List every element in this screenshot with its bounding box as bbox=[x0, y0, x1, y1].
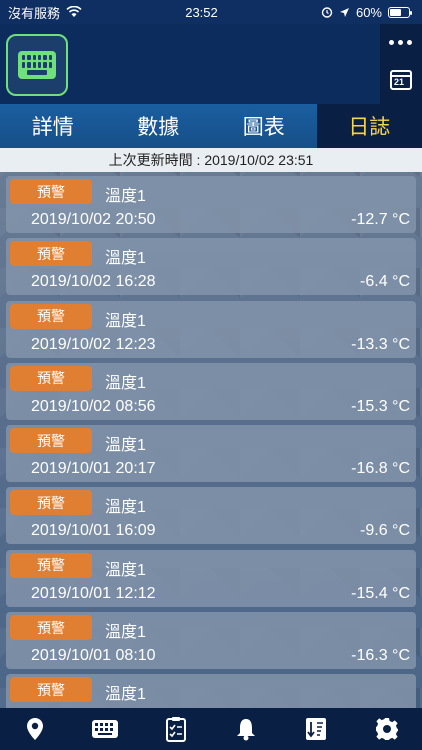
warning-badge: 預警 bbox=[10, 241, 92, 267]
log-item[interactable]: 預警 溫度1 2019/10/01 08:10 -16.3 °C bbox=[6, 612, 416, 670]
wifi-icon bbox=[66, 6, 82, 17]
sensor-type: 溫度1 bbox=[105, 374, 146, 392]
warning-badge: 預警 bbox=[10, 303, 92, 329]
bell-icon[interactable] bbox=[233, 716, 259, 742]
log-item[interactable]: 預警 溫度1 2019/10/01 16:09 -9.6 °C bbox=[6, 487, 416, 545]
log-timestamp: 2019/10/01 08:10 bbox=[31, 647, 156, 665]
log-timestamp: 2019/10/02 08:56 bbox=[31, 397, 156, 415]
sensor-type: 溫度1 bbox=[105, 561, 146, 579]
last-update-bar: 上次更新時間 : 2019/10/02 23:51 bbox=[0, 148, 422, 172]
tab-log[interactable]: 日誌 bbox=[316, 104, 422, 148]
log-list: 預警 溫度1 2019/10/02 20:50 -12.7 °C 預警 溫度1 … bbox=[6, 176, 416, 737]
temperature-value: -9.6 °C bbox=[360, 522, 410, 540]
log-timestamp: 2019/10/01 12:12 bbox=[31, 584, 156, 602]
sensor-type: 溫度1 bbox=[105, 312, 146, 330]
temperature-value: -6.4 °C bbox=[360, 273, 410, 291]
sensor-type: 溫度1 bbox=[105, 250, 146, 268]
tab-details[interactable]: 詳情 bbox=[0, 104, 106, 148]
clipboard-checklist-icon[interactable] bbox=[163, 716, 189, 742]
log-timestamp: 2019/10/01 16:09 bbox=[31, 522, 156, 540]
sensor-type: 溫度1 bbox=[105, 188, 146, 205]
app-header: 21 bbox=[0, 24, 422, 104]
keyboard-icon bbox=[18, 51, 56, 79]
keyboard-icon[interactable] bbox=[92, 716, 119, 742]
temperature-value: -15.3 °C bbox=[351, 397, 410, 415]
temperature-value: -15.4 °C bbox=[351, 584, 410, 602]
battery-percent: 60% bbox=[355, 4, 382, 20]
log-item[interactable]: 預警 溫度1 2019/10/02 12:23 -13.3 °C bbox=[6, 300, 416, 358]
tab-bar: 詳情 數據 圖表 日誌 bbox=[0, 104, 422, 148]
status-time: 23:52 bbox=[185, 4, 218, 20]
temperature-value: -13.3 °C bbox=[351, 335, 410, 353]
sensor-type: 溫度1 bbox=[105, 437, 146, 455]
location-pin-icon[interactable] bbox=[22, 716, 48, 742]
warning-badge: 預警 bbox=[10, 428, 92, 454]
log-item[interactable]: 預警 溫度1 2019/10/01 12:12 -15.4 °C bbox=[6, 549, 416, 607]
log-item[interactable]: 預警 溫度1 2019/10/02 16:28 -6.4 °C bbox=[6, 238, 416, 296]
last-update-text: 上次更新時間 : 2019/10/02 23:51 bbox=[108, 152, 314, 168]
sort-list-icon[interactable] bbox=[303, 716, 329, 742]
tab-data[interactable]: 數據 bbox=[105, 104, 211, 148]
log-item[interactable]: 預警 溫度1 2019/10/01 20:17 -16.8 °C bbox=[6, 425, 416, 483]
log-timestamp: 2019/10/02 16:28 bbox=[31, 273, 156, 291]
warning-badge: 預警 bbox=[10, 615, 92, 641]
tab-charts[interactable]: 圖表 bbox=[211, 104, 317, 148]
warning-badge: 預警 bbox=[10, 490, 92, 516]
warning-badge: 預警 bbox=[10, 552, 92, 578]
log-timestamp: 2019/10/01 20:17 bbox=[31, 460, 156, 478]
log-item[interactable]: 預警 溫度1 2019/10/02 08:56 -15.3 °C bbox=[6, 362, 416, 420]
location-arrow-icon bbox=[339, 7, 349, 17]
warning-badge: 預警 bbox=[10, 677, 92, 703]
sensor-type: 溫度1 bbox=[105, 624, 146, 642]
calendar-search-icon[interactable]: 21 bbox=[390, 70, 412, 90]
battery-icon bbox=[388, 6, 412, 18]
temperature-value: -12.7 °C bbox=[351, 211, 410, 228]
warning-badge: 預警 bbox=[10, 365, 92, 391]
carrier-label: 沒有服務 bbox=[8, 5, 61, 21]
log-timestamp: 2019/10/02 12:23 bbox=[31, 335, 156, 353]
gear-icon[interactable] bbox=[374, 716, 400, 742]
bottom-nav bbox=[0, 708, 422, 750]
sensor-type: 溫度1 bbox=[105, 499, 146, 517]
warning-badge: 預警 bbox=[10, 179, 92, 204]
log-item[interactable]: 預警 溫度1 2019/10/02 20:50 -12.7 °C bbox=[6, 176, 416, 233]
temperature-value: -16.3 °C bbox=[351, 647, 410, 665]
header-actions: 21 bbox=[380, 24, 422, 104]
alarm-icon bbox=[321, 7, 333, 18]
temperature-value: -16.8 °C bbox=[351, 460, 410, 478]
keyboard-app-icon[interactable] bbox=[6, 34, 68, 96]
sensor-type: 溫度1 bbox=[105, 686, 146, 704]
more-icon[interactable] bbox=[389, 40, 412, 45]
status-bar: 沒有服務 23:52 60% bbox=[0, 0, 422, 24]
log-timestamp: 2019/10/02 20:50 bbox=[31, 211, 156, 228]
